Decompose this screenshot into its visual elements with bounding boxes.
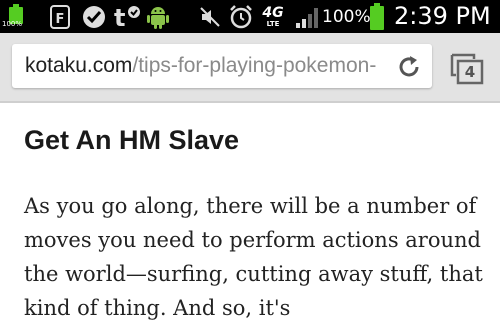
address-bar[interactable]: kotaku.com/tips-for-playing-pokemon-: [12, 44, 432, 88]
mute-icon: [196, 0, 224, 33]
tab-count: 4: [464, 63, 476, 81]
reload-icon[interactable]: [396, 54, 422, 80]
battery-widget-icon: [4, 0, 28, 33]
flipboard-icon: F: [46, 0, 74, 33]
battery-percent: 100%: [322, 7, 371, 27]
url-path: /tips-for-playing-pokemon-: [132, 54, 377, 77]
alarm-icon: [226, 0, 256, 33]
url-text[interactable]: kotaku.com/tips-for-playing-pokemon-: [25, 52, 376, 80]
battery-icon: [368, 0, 386, 33]
tabs-button[interactable]: 4: [448, 51, 486, 85]
status-bar: 100% F t 4G LTE 100% 2:39 PM: [0, 0, 500, 33]
signal-icon: [292, 0, 322, 33]
article-heading: Get An HM Slave: [24, 125, 240, 155]
url-domain: kotaku.com: [25, 54, 133, 77]
check-circle-icon: [80, 0, 108, 33]
svg-text:t: t: [114, 4, 125, 30]
battery-widget-label: 100%: [2, 20, 23, 28]
clock: 2:39 PM: [394, 2, 491, 30]
tumblr-icon: t: [112, 0, 142, 33]
android-icon: [144, 0, 172, 33]
browser-toolbar: kotaku.com/tips-for-playing-pokemon- 4: [0, 33, 500, 103]
article-paragraph: As you go along, there will be a number …: [24, 194, 483, 320]
svg-text:F: F: [56, 12, 65, 27]
network-type: 4G: [262, 4, 284, 21]
wifi-4g-icon: 4G LTE: [258, 0, 288, 33]
network-subtype: LTE: [266, 19, 280, 28]
